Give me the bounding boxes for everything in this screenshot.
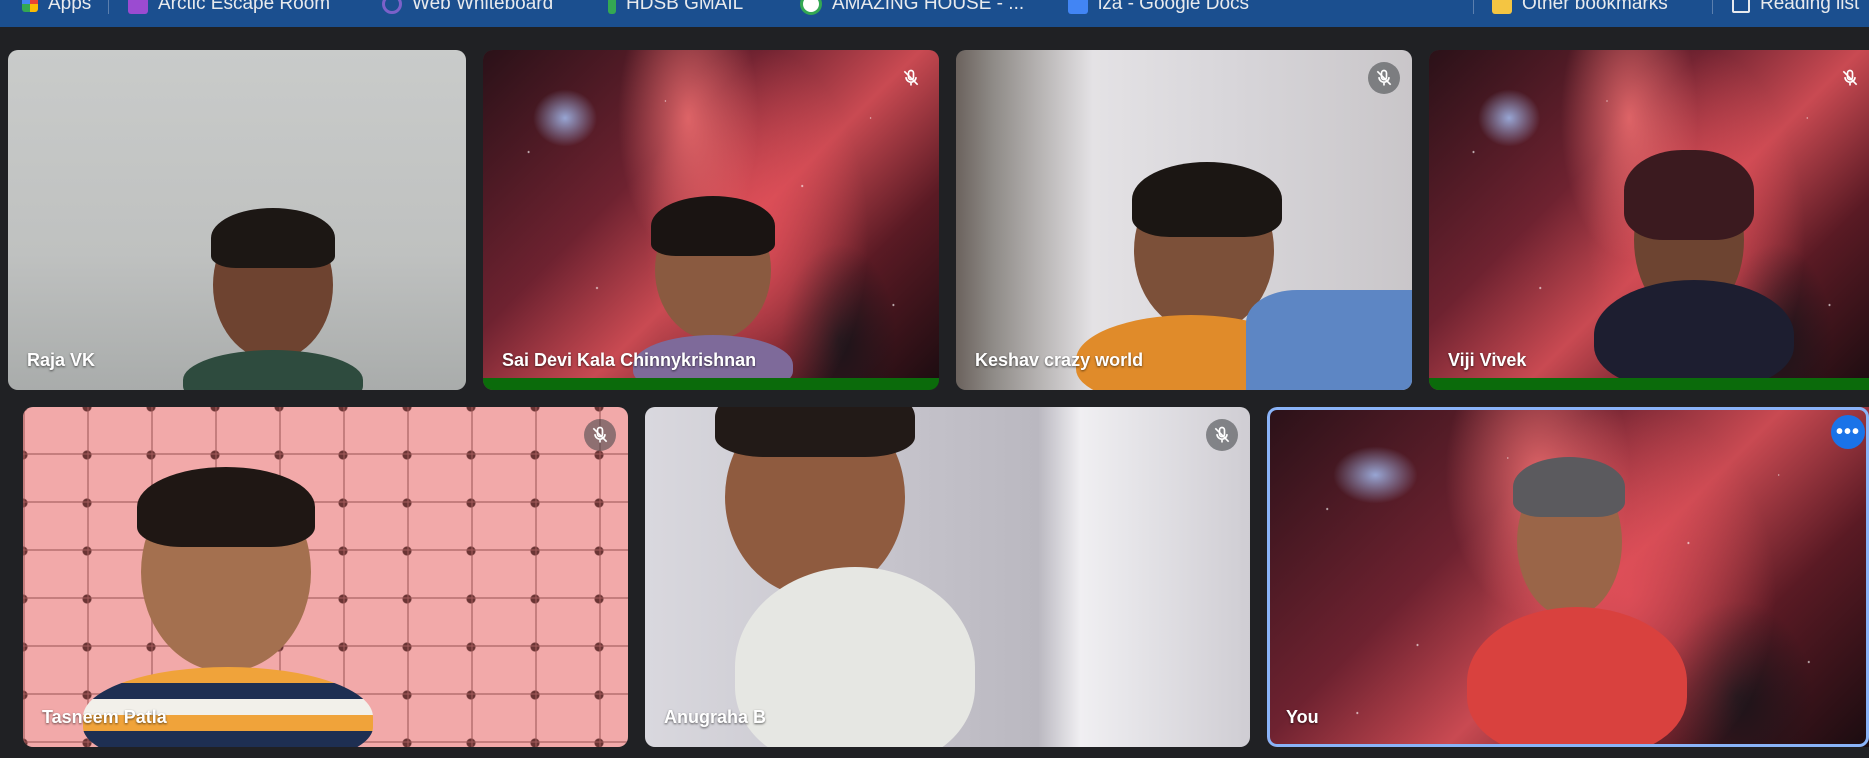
speaking-indicator (1429, 378, 1869, 390)
bookmark-arctic-escape-room[interactable]: Arctic Escape Room (128, 0, 330, 14)
folder-icon (1492, 0, 1512, 14)
participant-name: Anugraha B (664, 707, 767, 727)
participant-name: Raja VK (27, 350, 96, 370)
bookmark-separator (1473, 0, 1474, 14)
participant-tile-raja-vk[interactable]: Raja VK (8, 50, 466, 390)
more-options-icon[interactable]: ••• (1831, 415, 1865, 449)
mic-off-icon (584, 419, 616, 451)
participant-tile-sai-devi[interactable]: Sai Devi Kala Chinnykrishnan (483, 50, 939, 390)
participant-name: Tasneem Patla (42, 707, 167, 727)
purple-app-icon (128, 0, 148, 14)
participant-tile-keshav[interactable]: Keshav crazy world (956, 50, 1412, 390)
speaking-indicator (483, 378, 939, 390)
participant-name: Keshav crazy world (975, 350, 1144, 370)
google-docs-icon (1068, 0, 1088, 14)
bookmarks-bar: Apps Arctic Escape Room Web Whiteboard H… (0, 0, 1869, 27)
bookmark-amazing-house[interactable]: AMAZING HOUSE - ... (800, 0, 1024, 15)
bookmark-web-whiteboard[interactable]: Web Whiteboard (382, 0, 553, 14)
bookmark-reading-list[interactable]: Reading list (1732, 0, 1859, 14)
participant-tile-tasneem-patla[interactable]: Tasneem Patla (23, 407, 628, 747)
participant-tile-you[interactable]: ••• You (1267, 407, 1869, 747)
participant-name: You (1286, 707, 1319, 727)
bookmark-separator (108, 0, 109, 14)
bookmark-other-bookmarks[interactable]: Other bookmarks (1492, 0, 1668, 14)
apps-grid-icon (22, 0, 38, 12)
participant-tile-viji-vivek[interactable]: Viji Vivek (1429, 50, 1869, 390)
whiteboard-icon (382, 0, 402, 14)
hdsb-icon (608, 0, 616, 14)
reading-list-icon (1732, 0, 1750, 13)
bookmark-apps[interactable]: Apps (22, 0, 91, 14)
mic-off-icon (1368, 62, 1400, 94)
participant-name: Viji Vivek (1448, 350, 1527, 370)
bookmark-iza-google-docs[interactable]: iza - Google Docs (1068, 0, 1249, 14)
bookmark-separator (1712, 0, 1713, 14)
mic-off-icon (895, 62, 927, 94)
mic-off-icon (1834, 62, 1866, 94)
participant-tile-anugraha-b[interactable]: Anugraha B (645, 407, 1250, 747)
green-circle-icon (800, 0, 822, 15)
participant-name: Sai Devi Kala Chinnykrishnan (502, 350, 757, 370)
mic-off-icon (1206, 419, 1238, 451)
bookmark-hdsb-gmail[interactable]: HDSB GMAIL (608, 0, 743, 14)
